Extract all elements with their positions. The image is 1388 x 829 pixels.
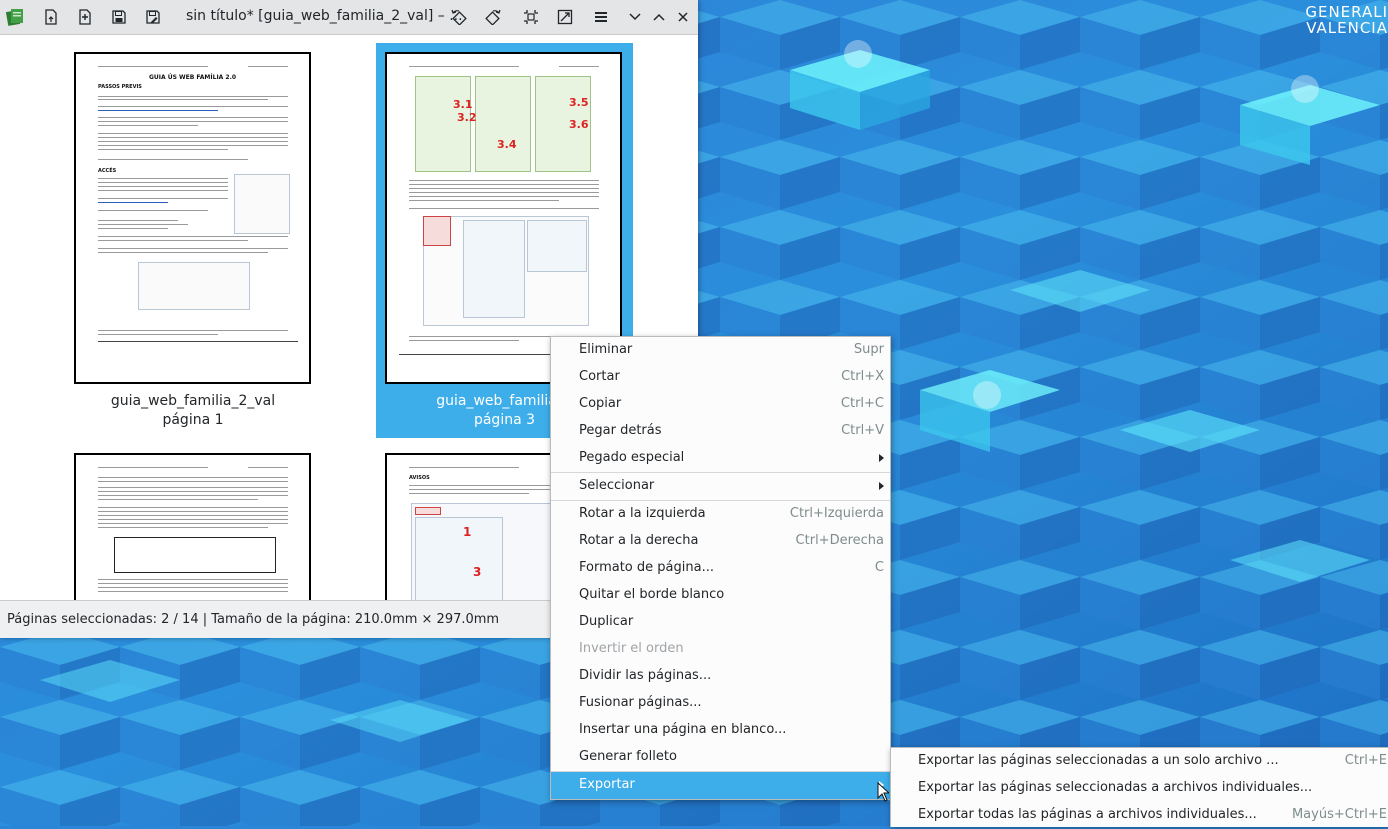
menu-item-label: Eliminar xyxy=(579,342,633,357)
menu-item-shortcut: Ctrl+E xyxy=(1344,753,1387,768)
page-thumbnail[interactable] xyxy=(74,453,311,600)
menu-item-label: Dividir las páginas... xyxy=(579,668,712,683)
menu-item-export[interactable]: Exportar xyxy=(551,772,890,799)
menu-item-merge-pages[interactable]: Fusionar páginas... xyxy=(551,690,890,717)
menu-item-shortcut: Ctrl+V xyxy=(841,423,884,438)
menu-item-export-selected-individual-files[interactable]: Exportar las páginas seleccionadas a arc… xyxy=(891,775,1388,802)
import-file-icon[interactable] xyxy=(75,7,95,27)
menu-item-label: Copiar xyxy=(579,396,622,411)
page-section: AVISOS xyxy=(409,475,430,481)
menu-item-shortcut: Ctrl+Izquierda xyxy=(789,506,884,521)
status-text: Páginas seleccionadas: 2 / 14 | Tamaño d… xyxy=(7,612,500,627)
menu-item-page-format[interactable]: Formato de página... C xyxy=(551,555,890,582)
window-title: sin título* [guia_web_familia_2_val] – .… xyxy=(186,8,463,24)
menu-item-rotate-left[interactable]: Rotar a la izquierda Ctrl+Izquierda xyxy=(551,501,890,528)
menu-item-label: Generar folleto xyxy=(579,749,677,764)
menu-item-delete[interactable]: Eliminar Supr xyxy=(551,337,890,364)
menu-item-copy[interactable]: Copiar Ctrl+C xyxy=(551,391,890,418)
maximize-chevron-up-icon[interactable] xyxy=(649,7,669,27)
menu-item-label: Rotar a la izquierda xyxy=(579,506,706,521)
title-bar[interactable]: sin título* [guia_web_familia_2_val] – .… xyxy=(0,0,698,35)
crop-icon[interactable] xyxy=(521,7,541,27)
brand-line-1: GENERALI xyxy=(1305,3,1388,21)
menu-item-export-all-individual-files[interactable]: Exportar todas las páginas a archivos in… xyxy=(891,802,1388,829)
menu-item-label: Fusionar páginas... xyxy=(579,695,702,710)
menu-item-duplicate[interactable]: Duplicar xyxy=(551,609,890,636)
brand-line-2: VALENCIA xyxy=(1306,19,1388,37)
export-submenu: Exportar las páginas seleccionadas a un … xyxy=(890,747,1388,827)
page-section: PASSOS PREVIS xyxy=(98,84,142,90)
menu-item-shortcut: Ctrl+X xyxy=(841,369,884,384)
save-icon[interactable] xyxy=(109,7,129,27)
page-thumbnail[interactable]: GUIA ÚS WEB FAMÍLIA 2.0 PASSOS PREVIS AC… xyxy=(74,52,311,384)
menu-item-label: Invertir el orden xyxy=(579,641,684,656)
app-icon xyxy=(5,7,25,27)
menu-item-label: Rotar a la derecha xyxy=(579,533,699,548)
brand-logo: GENERALI VALENCIA xyxy=(1305,4,1388,36)
menu-item-label: Exportar xyxy=(579,777,635,792)
page-label: página 1 xyxy=(162,412,224,428)
context-menu: Eliminar Supr Cortar Ctrl+X Copiar Ctrl+… xyxy=(550,336,891,800)
submenu-arrow-icon xyxy=(879,454,884,462)
menu-item-label: Seleccionar xyxy=(579,478,655,493)
menu-item-rotate-right[interactable]: Rotar a la derecha Ctrl+Derecha xyxy=(551,528,890,555)
menu-item-shortcut: Ctrl+Derecha xyxy=(795,533,884,548)
rotate-left-icon[interactable] xyxy=(449,7,469,27)
menu-item-shortcut: Mayús+Ctrl+E xyxy=(1291,807,1387,822)
menu-item-insert-blank-page[interactable]: Insertar una página en blanco... xyxy=(551,717,890,744)
submenu-arrow-icon xyxy=(879,482,884,490)
menu-item-label: Exportar todas las páginas a archivos in… xyxy=(918,807,1257,822)
menu-item-label: Insertar una página en blanco... xyxy=(579,722,787,737)
save-as-icon[interactable] xyxy=(143,7,163,27)
page-heading: GUIA ÚS WEB FAMÍLIA 2.0 xyxy=(148,74,237,81)
menu-item-shortcut: Supr xyxy=(853,342,884,357)
menu-item-label: Exportar las páginas seleccionadas a un … xyxy=(918,753,1279,768)
menu-item-label: Formato de página... xyxy=(579,560,714,575)
menu-item-reverse-order: Invertir el orden xyxy=(551,636,890,663)
menu-item-generate-booklet[interactable]: Generar folleto xyxy=(551,744,890,771)
page-item-2[interactable] xyxy=(66,445,320,600)
minimize-chevron-down-icon[interactable] xyxy=(625,7,645,27)
close-icon[interactable] xyxy=(673,7,693,27)
menu-item-select[interactable]: Seleccionar xyxy=(551,473,890,500)
mouse-cursor-icon xyxy=(877,781,891,806)
menu-item-label: Pegar detrás xyxy=(579,423,662,438)
menu-item-crop-white-border[interactable]: Quitar el borde blanco xyxy=(551,582,890,609)
menu-item-label: Duplicar xyxy=(579,614,634,629)
rotate-right-icon[interactable] xyxy=(483,7,503,27)
menu-item-label: Quitar el borde blanco xyxy=(579,587,725,602)
menu-item-label: Pegado especial xyxy=(579,450,685,465)
menu-item-split-pages[interactable]: Dividir las páginas... xyxy=(551,663,890,690)
page-section: ACCÉS xyxy=(98,168,117,174)
crop-white-border-icon[interactable] xyxy=(555,7,575,27)
open-file-icon[interactable] xyxy=(41,7,61,27)
menu-item-cut[interactable]: Cortar Ctrl+X xyxy=(551,364,890,391)
page-item-1[interactable]: GUIA ÚS WEB FAMÍLIA 2.0 PASSOS PREVIS AC… xyxy=(66,43,320,438)
page-filename: guia_web_familia_2_val xyxy=(110,393,276,409)
hamburger-menu-icon[interactable] xyxy=(591,7,611,27)
menu-item-label: Cortar xyxy=(579,369,620,384)
menu-item-shortcut: C xyxy=(874,560,884,575)
menu-item-paste-special[interactable]: Pegado especial xyxy=(551,445,890,472)
menu-item-export-selected-single-file[interactable]: Exportar las páginas seleccionadas a un … xyxy=(891,748,1388,775)
page-thumbnail[interactable]: 3.1 3.2 3.4 3.5 3.6 xyxy=(385,52,622,384)
menu-item-label: Exportar las páginas seleccionadas a arc… xyxy=(918,780,1313,795)
menu-item-paste-after[interactable]: Pegar detrás Ctrl+V xyxy=(551,418,890,445)
menu-item-shortcut: Ctrl+C xyxy=(840,396,884,411)
